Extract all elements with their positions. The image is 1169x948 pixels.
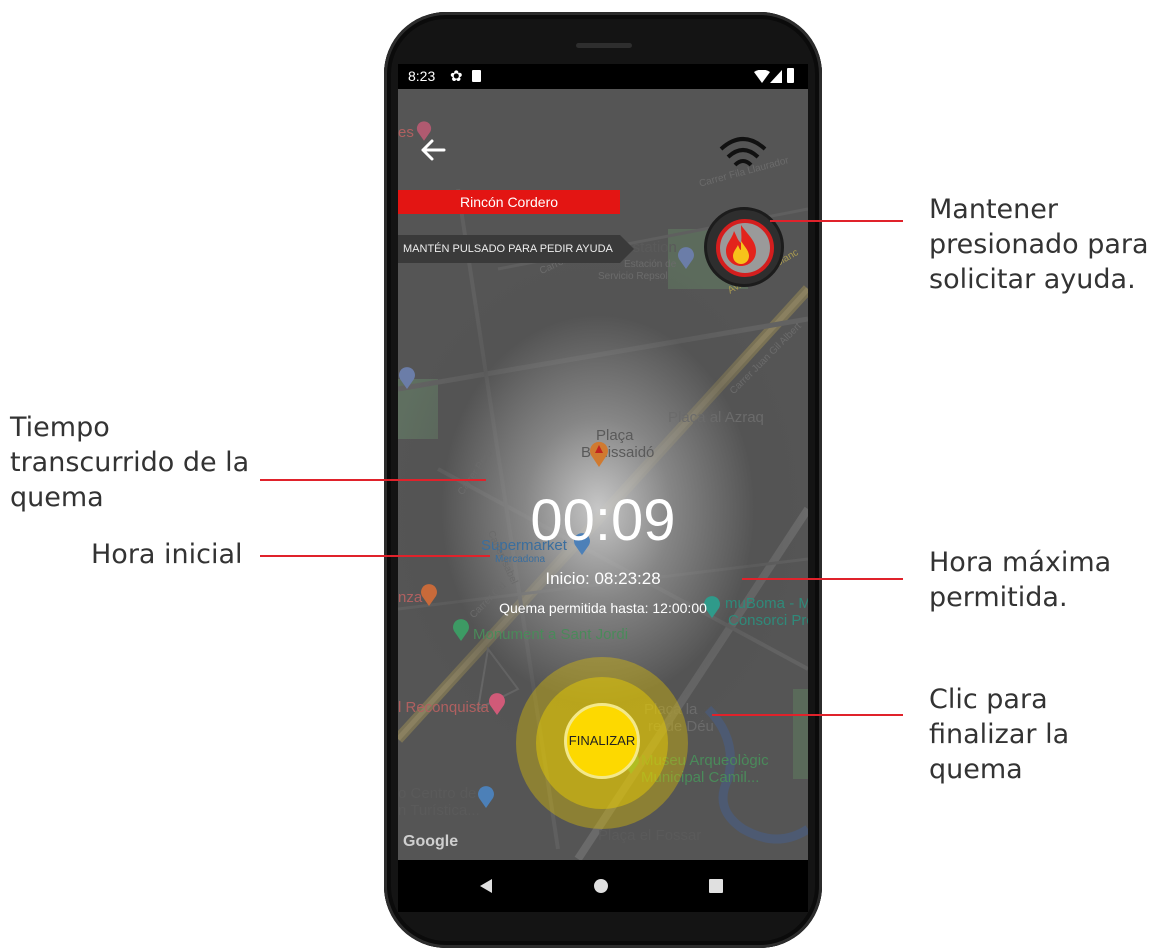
map-label: es [398, 124, 414, 141]
gas-station-pin-icon [678, 247, 694, 269]
status-time: 8:23 [408, 68, 436, 84]
phone-speaker [576, 43, 632, 48]
annotation-line-start [260, 555, 490, 557]
wifi-status-icon [754, 70, 770, 83]
map-label: n Turística... [398, 802, 480, 819]
annotation-max: Hora máxima permitida. [929, 547, 1112, 613]
signal-icon [770, 70, 782, 83]
elapsed-timer: 00:09 [530, 488, 676, 553]
annotation-start: Hora inicial [91, 539, 243, 570]
annotation-line-finish [712, 714, 903, 716]
annotation-line-elapsed [260, 479, 486, 481]
finish-button[interactable]: FINALIZAR [564, 703, 640, 779]
annotation-elapsed: Tiempo transcurrido de la quema [10, 412, 250, 513]
map-label: Monument a Sant Jordi [473, 626, 629, 643]
back-arrow-icon[interactable] [418, 135, 448, 165]
allowed-until-label: Quema permitida hasta: 12:00:00 [499, 600, 707, 616]
settings-icon: ✿ [450, 68, 463, 85]
annotation-help: Mantener presionado para solicitar ayuda… [929, 194, 1149, 295]
place-name-banner: Rincón Cordero [398, 190, 620, 214]
map-view[interactable]: Gas station Estación de Servicio Repsol … [398, 89, 808, 860]
monument-pin-icon [453, 619, 469, 641]
fire-icon [726, 225, 756, 266]
help-hint-banner: MANTÉN PULSADO PARA PEDIR AYUDA [398, 235, 634, 263]
sd-card-icon [472, 70, 481, 82]
map-label: Servicio Repsol [598, 271, 668, 282]
nav-back-icon[interactable] [478, 878, 494, 894]
map-label: o Centro de [398, 785, 477, 802]
battery-icon [787, 68, 794, 83]
app-screen: 8:23 ✿ Gas station Estación de Servicio … [398, 64, 808, 860]
map-label: Plaça al Azraq [668, 409, 764, 426]
status-bar: 8:23 ✿ [398, 64, 808, 89]
map-label: l Reconquista [398, 699, 489, 716]
signal-waves-icon [719, 137, 767, 167]
tourist-pin-icon [478, 786, 494, 808]
annotation-line-max [742, 578, 903, 580]
place-pin-icon [489, 693, 505, 715]
nav-recents-icon[interactable] [709, 879, 723, 893]
android-nav-bar [398, 860, 808, 912]
annotation-line-help [770, 220, 903, 222]
map-label: Plaça el Fossar [598, 827, 702, 844]
google-logo: Google [403, 833, 459, 850]
annotation-finish: Clic para finalizar la quema [929, 684, 1070, 785]
help-sos-button[interactable] [704, 207, 784, 287]
restaurant-pin-icon [399, 367, 415, 389]
fire-location-marker-icon [590, 441, 608, 467]
nav-home-icon[interactable] [594, 879, 608, 893]
map-label: Estación de [624, 259, 677, 270]
